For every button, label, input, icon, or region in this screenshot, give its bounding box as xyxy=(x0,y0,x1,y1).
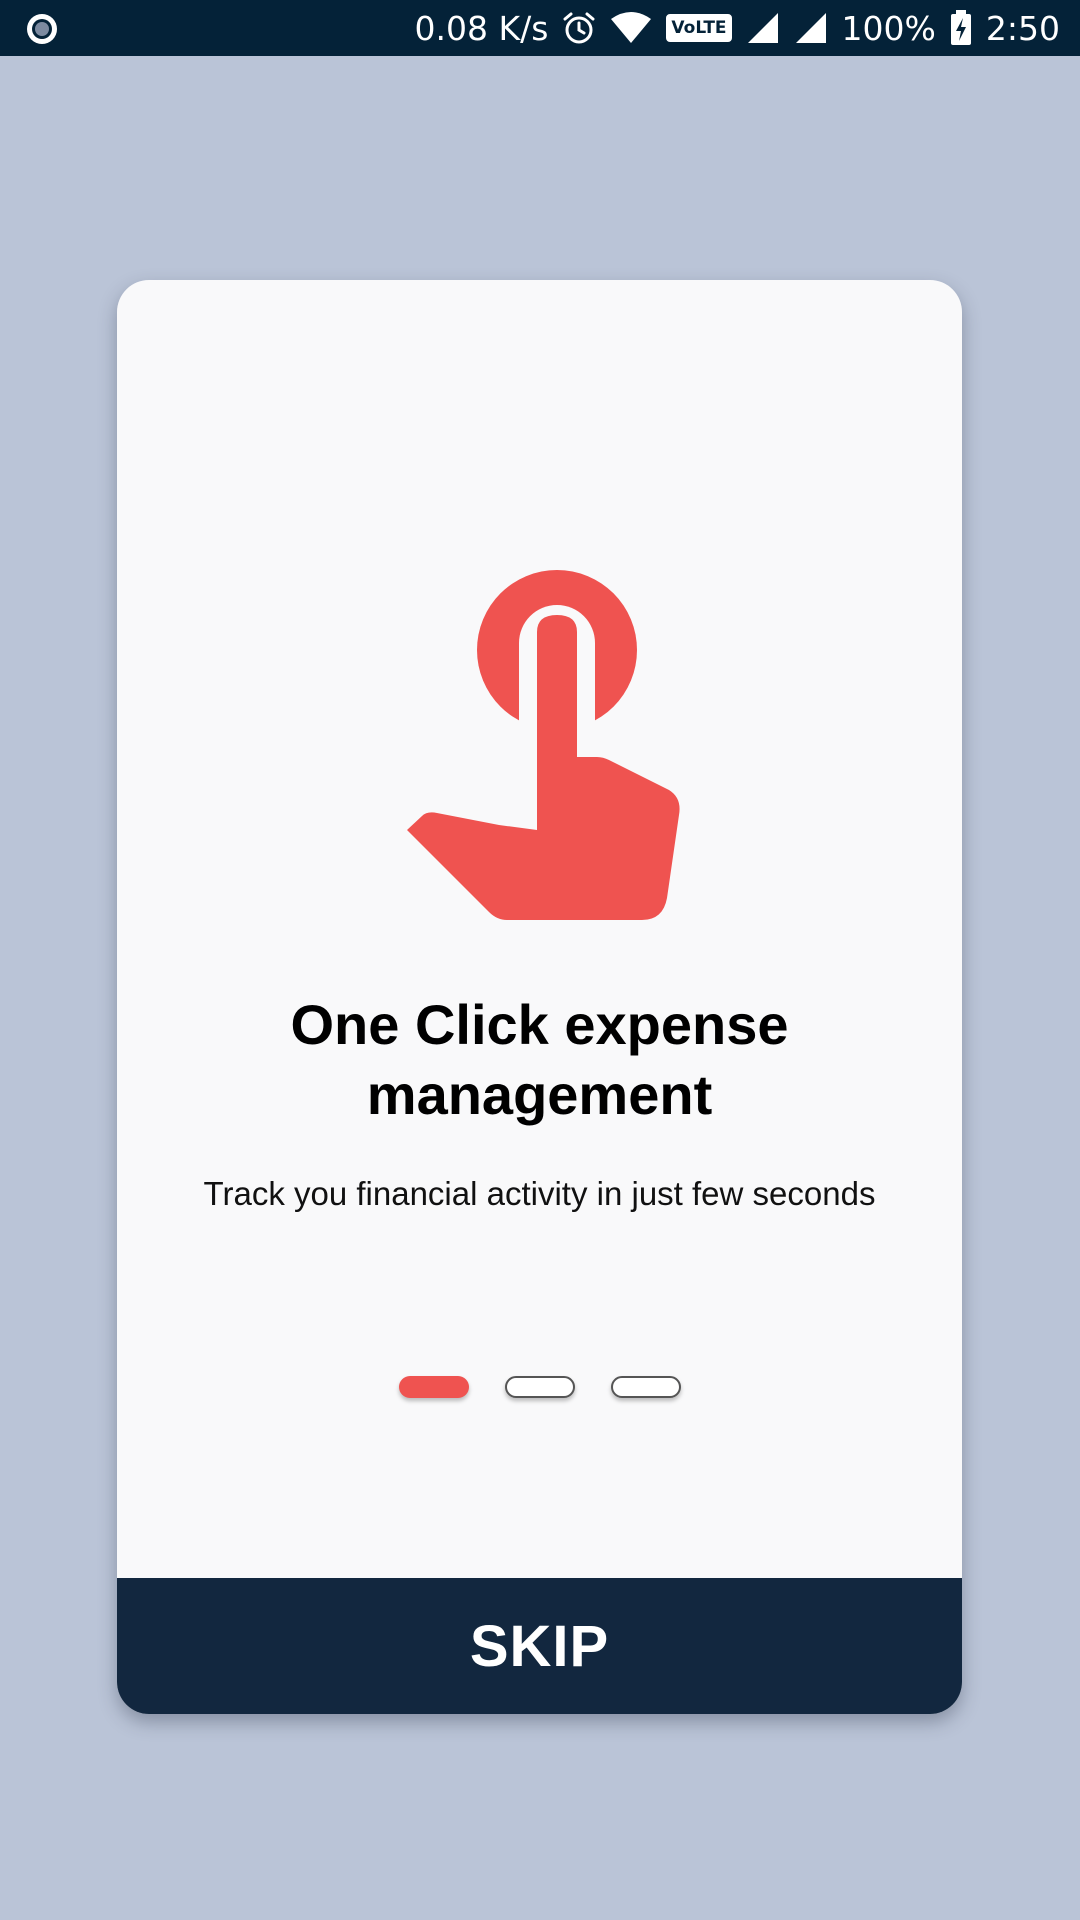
app-notification-icon xyxy=(27,14,57,44)
page-indicator-dot-3[interactable] xyxy=(610,1376,681,1398)
skip-button[interactable]: SKIP xyxy=(117,1578,962,1714)
alarm-icon xyxy=(563,12,595,44)
title-line-2: management xyxy=(366,1063,713,1126)
signal-icon xyxy=(795,13,826,43)
volte-icon: VoLTE xyxy=(666,14,732,42)
wifi-icon xyxy=(611,12,652,43)
battery-charging-icon xyxy=(950,10,971,45)
page-indicator-dot-2[interactable] xyxy=(504,1376,575,1398)
onboarding-title: One Click expense management xyxy=(117,990,962,1130)
onboarding-subtitle: Track you financial activity in just few… xyxy=(203,1175,876,1212)
signal-icon xyxy=(747,13,778,43)
network-speed: 0.08 K/s xyxy=(414,8,549,48)
status-bar: 0.08 K/s VoLTE 100% 2:50 xyxy=(0,0,1080,56)
tap-hand-icon xyxy=(407,570,680,920)
status-icons: 0.08 K/s VoLTE 100% 2:50 xyxy=(414,0,1060,56)
onboarding-card: One Click expense management Track you f… xyxy=(117,280,962,1714)
page-indicator xyxy=(117,1376,962,1398)
clock-time: 2:50 xyxy=(985,8,1060,48)
page-indicator-dot-1[interactable] xyxy=(398,1376,469,1398)
title-line-1: One Click expense xyxy=(290,993,789,1056)
battery-percent: 100% xyxy=(841,8,936,48)
